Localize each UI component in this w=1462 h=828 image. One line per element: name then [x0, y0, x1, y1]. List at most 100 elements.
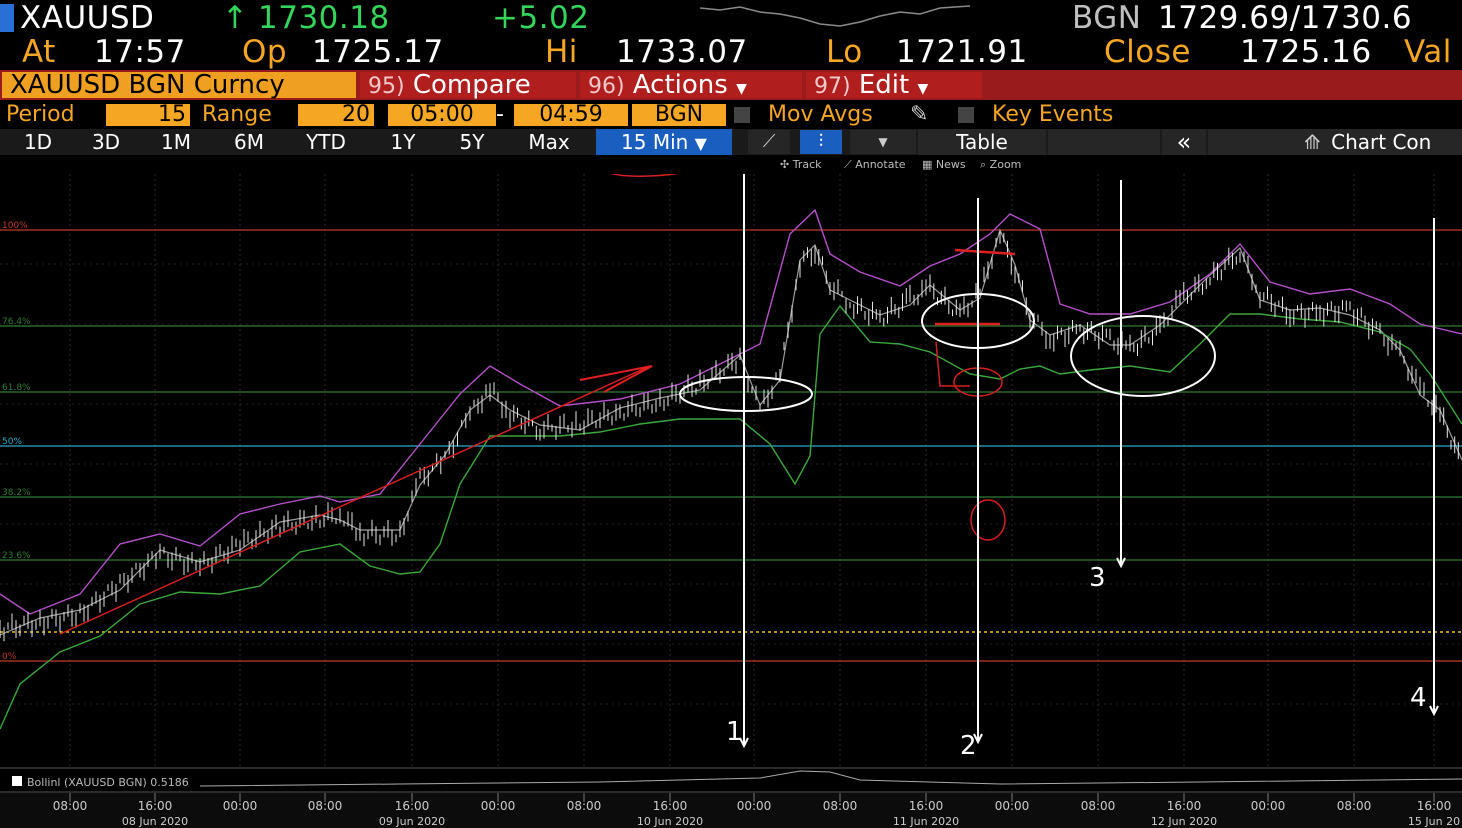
chevron-down-icon: ▼	[694, 134, 707, 153]
actions-menu[interactable]: 96) Actions ▼	[580, 72, 802, 99]
close-label: Close	[1104, 34, 1191, 70]
tab-1y[interactable]: 1Y	[368, 129, 438, 155]
time-axis: Bollinl (XAUUSD BGN) 0.5186 08:00 16:00 00:…	[0, 767, 1462, 828]
bar-chart-icon[interactable]: ⫶	[800, 130, 842, 154]
edit-menu[interactable]: 97) Edit ▼	[806, 72, 982, 99]
ohlc-line: At 17:57 Op 1725.17 Hi 1733.07 Lo 1721.9…	[0, 34, 1462, 70]
tab-1m[interactable]: 1M	[140, 129, 212, 155]
axis-hour-label: 16:00	[138, 799, 173, 813]
compare-button[interactable]: 95) Compare	[360, 72, 576, 99]
chart-annotations: 1 2 3 4	[59, 174, 1439, 761]
fibonacci-levels: 100% 76.4% 61.8% 50% 38.2% 23.6% 0%	[0, 221, 1462, 662]
period-label: Period	[6, 102, 75, 127]
chart-settings-icon: ⟰	[1304, 130, 1321, 154]
fib-label: 0%	[2, 652, 17, 662]
axis-date-label: 08 Jun 2020	[122, 815, 188, 828]
table-button[interactable]: Table	[918, 129, 1046, 155]
intraday-sparkline	[700, 5, 970, 27]
at-label: At	[22, 34, 56, 70]
key-events-checkbox[interactable]	[958, 107, 974, 123]
time-dash: -	[496, 102, 504, 127]
chart-con-button[interactable]: ⟰ Chart Con	[1208, 129, 1462, 155]
highlight-ellipse	[679, 376, 813, 412]
axis-hour-label: 00:00	[481, 799, 516, 813]
indicator-label: Bollinl (XAUUSD BGN) 0.5186	[27, 776, 189, 789]
tab-1d[interactable]: 1D	[4, 129, 72, 155]
axis-hour-label: 08:00	[1081, 799, 1116, 813]
tab-5y[interactable]: 5Y	[440, 129, 504, 155]
annotation-number: 3	[1089, 563, 1106, 593]
tab-6m[interactable]: 6M	[214, 129, 284, 155]
red-circle	[970, 499, 1006, 541]
ticker-symbol: XAUUSD	[20, 0, 155, 36]
key-events-label[interactable]: Key Events	[992, 103, 1113, 127]
axis-hour-label: 00:00	[737, 799, 772, 813]
tab-ytd[interactable]: YTD	[286, 129, 366, 155]
source-select[interactable]: BGN	[632, 104, 726, 126]
ticker-flag	[0, 4, 14, 32]
highlight-stroke	[610, 174, 679, 177]
axis-background	[0, 793, 1462, 828]
fib-label: 61.8%	[2, 383, 31, 393]
fib-label: 50%	[2, 437, 22, 447]
time-to-input[interactable]: 04:59	[514, 104, 628, 126]
axis-hour-label: 08:00	[823, 799, 858, 813]
high-value: 1733.07	[616, 34, 748, 70]
range-toolbar: 1D 3D 1M 6M YTD 1Y 5Y Max 15 Min ▼ ⟋ ⫶ ▼…	[0, 129, 1462, 155]
fib-label: 38.2%	[2, 488, 31, 498]
interval-select[interactable]: 15 Min ▼	[596, 129, 732, 155]
news-tool[interactable]: ▦ News	[922, 157, 966, 173]
price-chart[interactable]: 100% 76.4% 61.8% 50% 38.2% 23.6% 0% 1 2 3 4 Bolli…	[0, 174, 1462, 828]
axis-hour-label: 00:00	[995, 799, 1030, 813]
tab-max[interactable]: Max	[506, 129, 592, 155]
trend-line	[59, 365, 651, 635]
period-input[interactable]: 15	[106, 104, 190, 126]
axis-hour-label: 00:00	[223, 799, 258, 813]
fib-label: 100%	[2, 221, 28, 231]
lower-band	[0, 304, 1462, 730]
annotation-number: 4	[1410, 683, 1427, 713]
annotation-number: 2	[960, 731, 977, 761]
high-label: Hi	[545, 34, 578, 70]
pencil-icon[interactable]: ✎	[910, 103, 928, 127]
quote-time: 17:57	[94, 34, 186, 70]
indicator-line	[199, 770, 1462, 787]
fib-label: 76.4%	[2, 317, 31, 327]
zoom-tool[interactable]: ⌕ Zoom	[980, 157, 1021, 173]
bollinger-bands	[0, 208, 1462, 730]
line-chart-icon[interactable]: ⟋	[748, 130, 790, 154]
range-input[interactable]: 20	[298, 104, 374, 126]
track-tool[interactable]: ✣ Track	[780, 157, 822, 173]
axis-hour-label: 08:00	[308, 799, 343, 813]
time-from-input[interactable]: 05:00	[388, 104, 496, 126]
chart-grid	[0, 174, 1462, 768]
highlight-ellipse	[1070, 315, 1216, 397]
source-code: BGN	[1072, 0, 1142, 36]
moving-average	[0, 228, 1462, 636]
open-label: Op	[242, 34, 288, 70]
collapse-button[interactable]: «	[1162, 129, 1206, 155]
axis-date-label: 12 Jun 2020	[1151, 815, 1217, 828]
fib-label: 23.6%	[2, 551, 31, 561]
tab-3d[interactable]: 3D	[74, 129, 138, 155]
axis-hour-label: 08:00	[1337, 799, 1372, 813]
quote-header: XAUUSD ↑ 1730.18 +5.02 BGN 1729.69/1730.…	[0, 0, 1462, 36]
price-change: +5.02	[492, 0, 590, 36]
range-label: Range	[202, 102, 272, 127]
axis-date-label: 15 Jun 20	[1408, 815, 1460, 828]
axis-date-label: 11 Jun 2020	[893, 815, 959, 828]
bid-ask: 1729.69/1730.6	[1158, 0, 1413, 36]
mov-avgs-checkbox[interactable]	[734, 107, 750, 123]
indicator-checkbox	[12, 776, 22, 786]
mov-avgs-label[interactable]: Mov Avgs	[768, 103, 873, 127]
price-bars	[0, 231, 1459, 642]
security-name[interactable]: XAUUSD BGN Curncy	[2, 72, 356, 98]
annotate-tool[interactable]: ⟋ Annotate	[844, 157, 906, 173]
low-label: Lo	[826, 34, 863, 70]
settings-bar: Period 15 Range 20 05:00 - 04:59 BGN Mov…	[0, 101, 1462, 129]
axis-hour-label: 16:00	[1167, 799, 1202, 813]
annotation-number: 1	[726, 717, 743, 747]
axis-date-label: 09 Jun 2020	[379, 815, 445, 828]
value-label: Val	[1404, 34, 1452, 70]
chart-type-dropdown[interactable]: ▼	[850, 130, 916, 154]
